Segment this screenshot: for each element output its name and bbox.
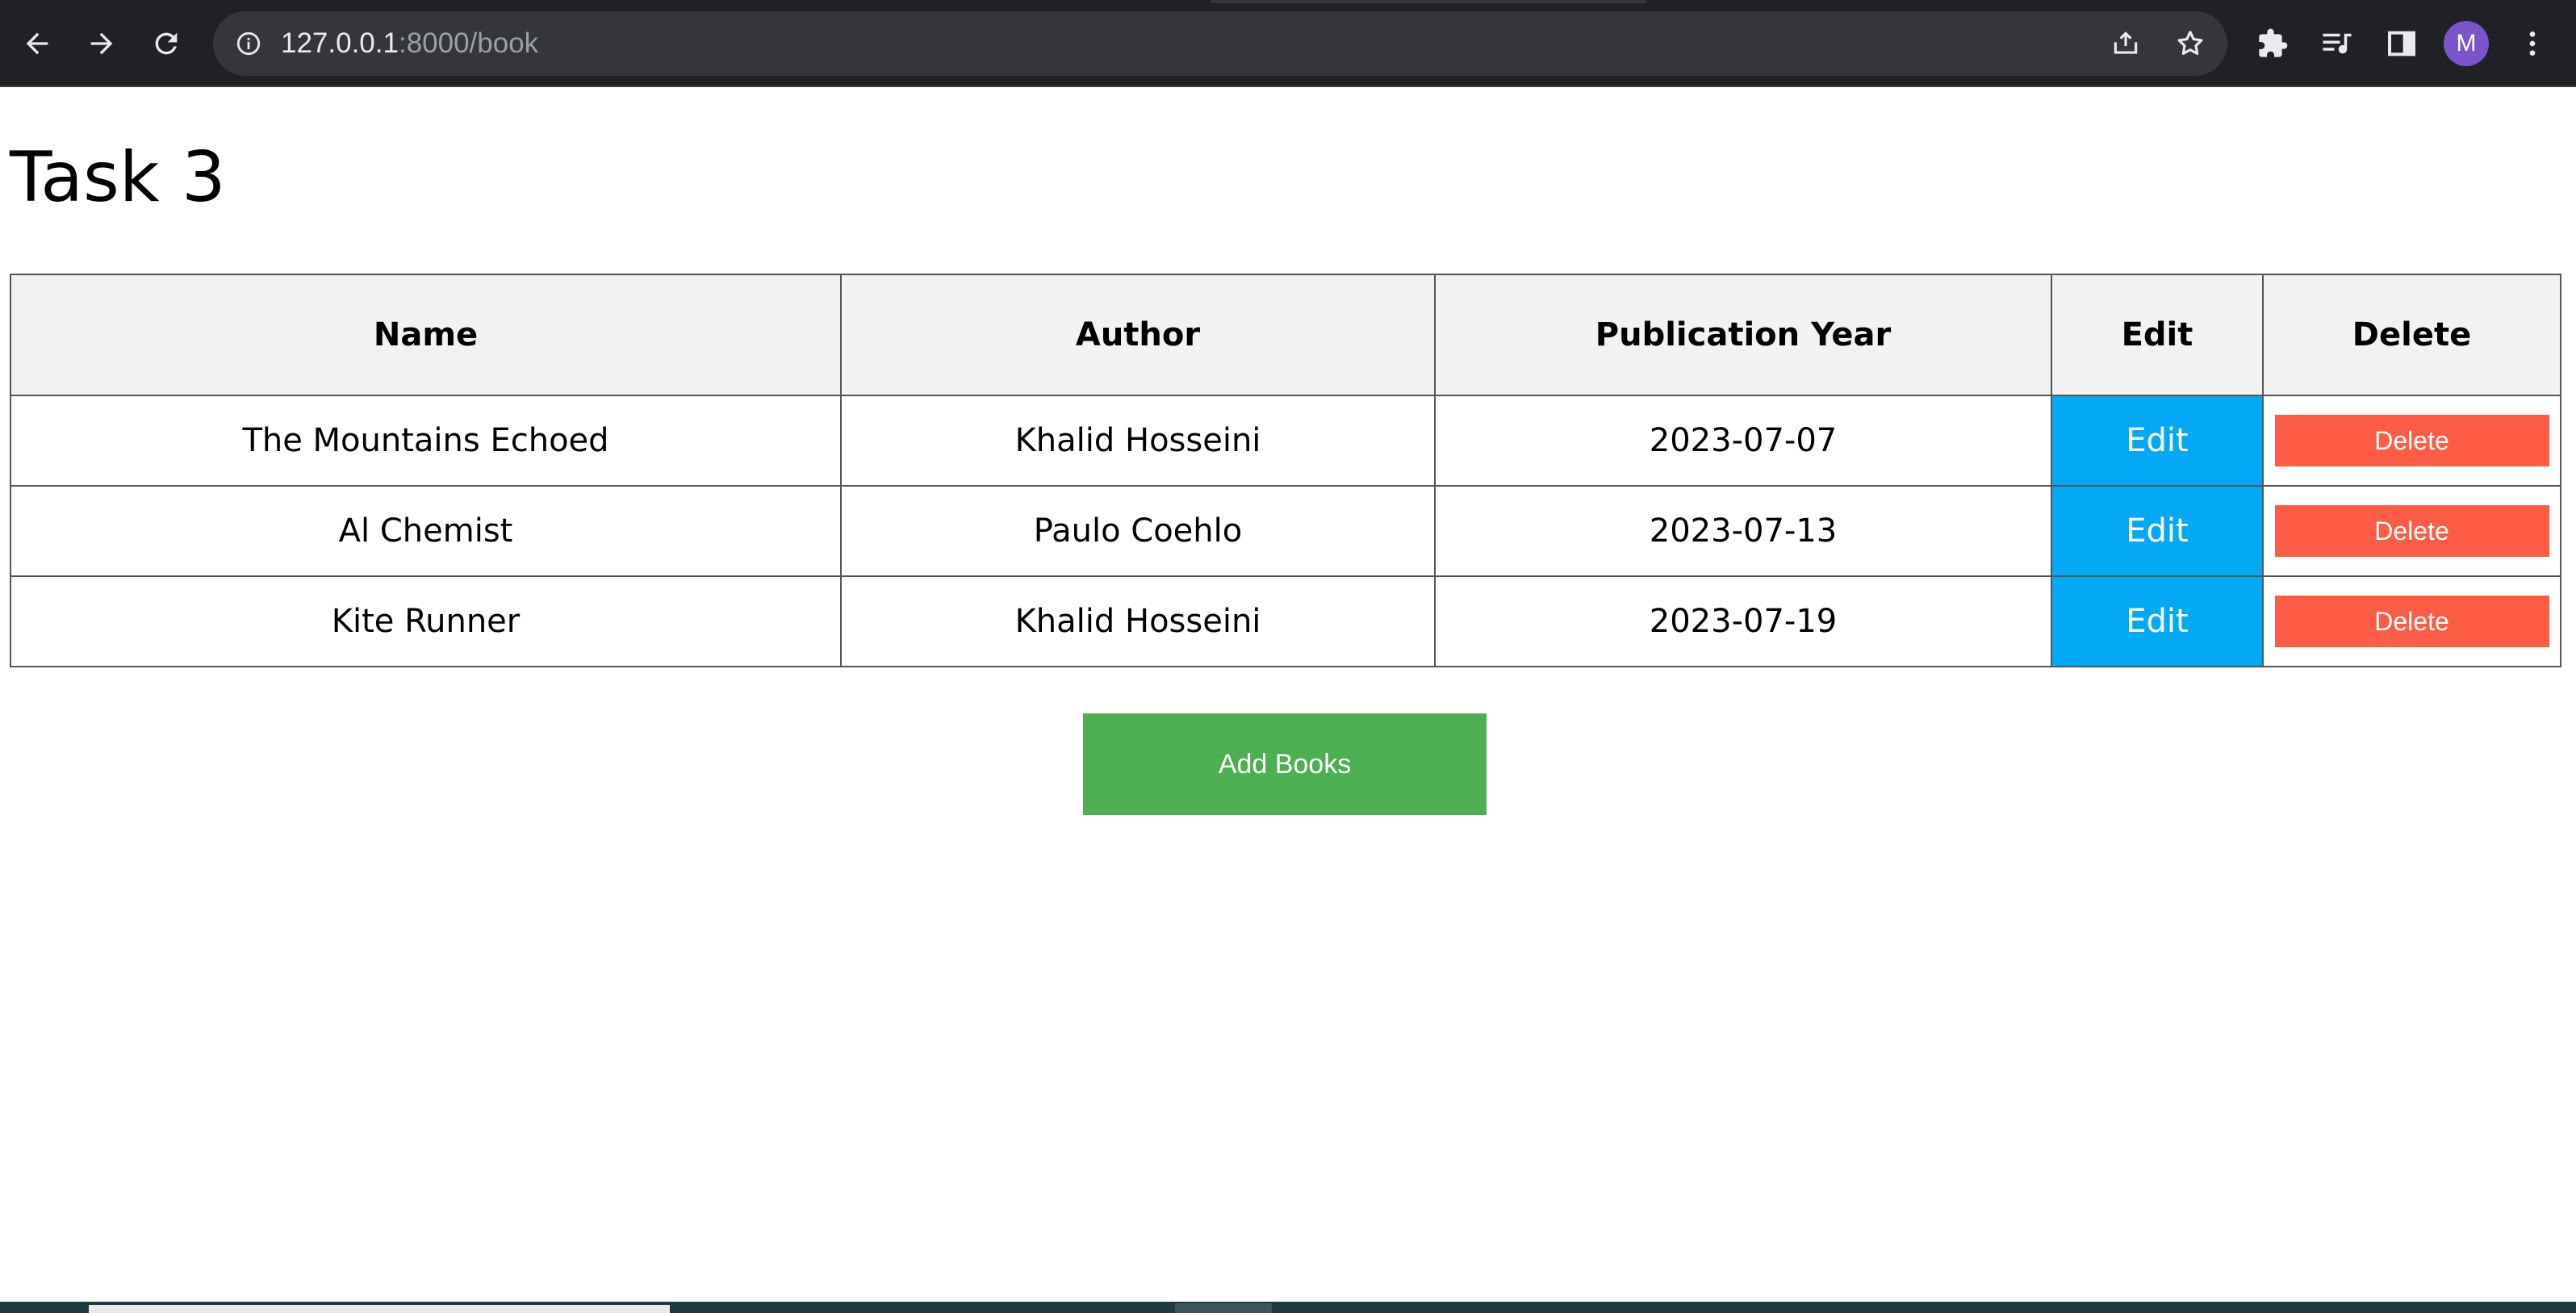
- delete-button[interactable]: Delete: [2274, 415, 2549, 466]
- column-header-publication-year: Publication Year: [1434, 274, 2052, 396]
- info-icon[interactable]: [232, 27, 265, 60]
- column-header-author: Author: [840, 274, 1436, 396]
- book-name-cell: The Mountains Echoed: [10, 395, 842, 487]
- url-path: :8000/book: [398, 27, 539, 59]
- side-panel-icon[interactable]: [2377, 19, 2426, 68]
- os-taskbar: [0, 1302, 2576, 1313]
- kebab-menu-icon[interactable]: [2508, 19, 2557, 68]
- add-books-button[interactable]: Add Books: [1083, 713, 1487, 815]
- book-author-cell: Paulo Coehlo: [840, 485, 1436, 577]
- delete-cell: Delete: [2262, 395, 2561, 487]
- book-author-cell: Khalid Hosseini: [840, 575, 1436, 667]
- taskbar-active-indicator: [1175, 1303, 1272, 1313]
- edit-button[interactable]: Edit: [2051, 395, 2264, 487]
- column-header-edit: Edit: [2051, 274, 2264, 396]
- book-name-cell: Al Chemist: [10, 485, 842, 577]
- url-host: 127.0.0.1: [281, 27, 399, 59]
- star-icon[interactable]: [2172, 26, 2208, 61]
- table-row: Al Chemist Paulo Coehlo 2023-07-13 Edit …: [10, 485, 2561, 577]
- back-arrow-icon[interactable]: [11, 18, 63, 69]
- share-icon[interactable]: [2108, 26, 2143, 61]
- book-year-cell: 2023-07-13: [1434, 485, 2052, 577]
- edit-button[interactable]: Edit: [2051, 485, 2264, 577]
- puzzle-icon[interactable]: [2248, 19, 2297, 68]
- delete-cell: Delete: [2262, 485, 2561, 577]
- book-year-cell: 2023-07-19: [1434, 575, 2052, 667]
- forward-arrow-icon[interactable]: [76, 18, 128, 69]
- reload-icon[interactable]: [140, 18, 192, 69]
- edit-button[interactable]: Edit: [2051, 575, 2264, 667]
- avatar[interactable]: M: [2444, 21, 2489, 66]
- delete-button[interactable]: Delete: [2274, 505, 2549, 557]
- column-header-delete: Delete: [2262, 274, 2561, 396]
- book-name-cell: Kite Runner: [10, 575, 842, 667]
- books-table: Name Author Publication Year Edit Delete…: [10, 274, 2561, 667]
- delete-button[interactable]: Delete: [2274, 596, 2549, 647]
- book-author-cell: Khalid Hosseini: [840, 395, 1436, 487]
- table-header-row: Name Author Publication Year Edit Delete: [10, 274, 2561, 396]
- page-title: Task 3: [10, 137, 226, 218]
- address-bar[interactable]: 127.0.0.1:8000/book: [213, 11, 2227, 76]
- table-row: Kite Runner Khalid Hosseini 2023-07-19 E…: [10, 575, 2561, 667]
- browser-toolbar: 127.0.0.1:8000/book M: [0, 0, 2576, 87]
- delete-cell: Delete: [2262, 575, 2561, 667]
- table-row: The Mountains Echoed Khalid Hosseini 202…: [10, 395, 2561, 487]
- book-year-cell: 2023-07-07: [1434, 395, 2052, 487]
- url-text[interactable]: 127.0.0.1:8000/book: [281, 26, 538, 61]
- media-playlist-icon[interactable]: [2313, 19, 2361, 68]
- taskbar-window-preview[interactable]: [89, 1305, 670, 1313]
- column-header-name: Name: [10, 274, 842, 396]
- tab-strip: [1211, 0, 1646, 3]
